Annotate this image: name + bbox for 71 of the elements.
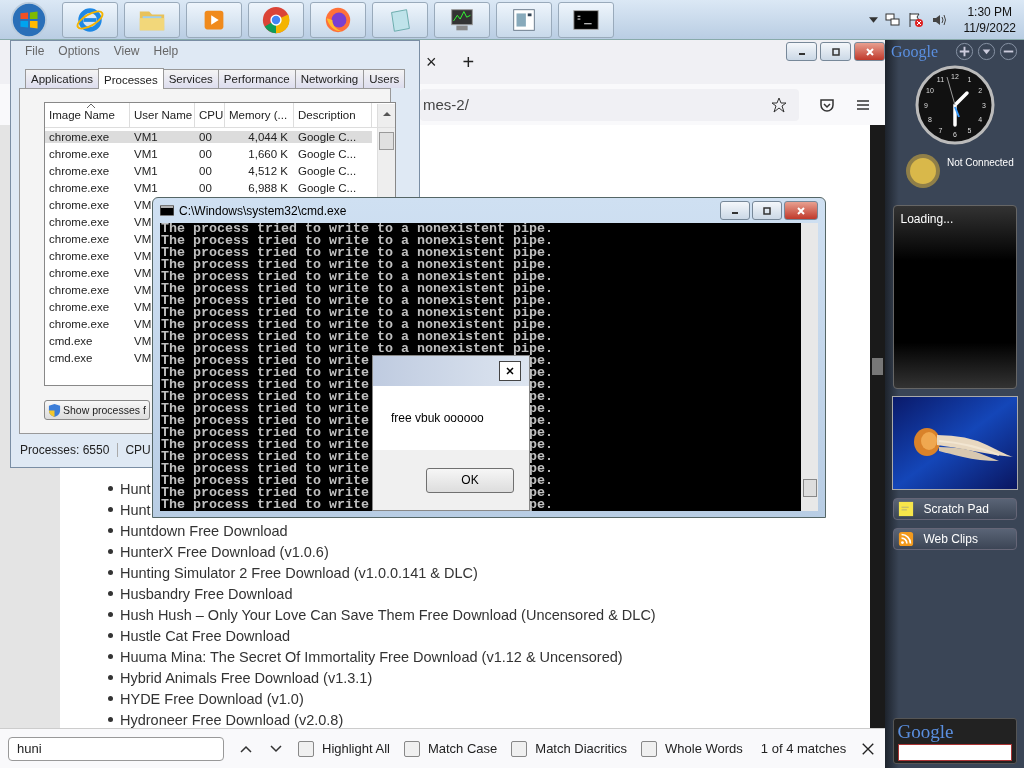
console-line: pe. [528, 499, 553, 511]
table-cell-text: 00 [198, 181, 213, 194]
console-line: The process tried to write [161, 499, 369, 511]
console-line: pe. [528, 415, 553, 427]
table-cell-text: Google C... [297, 147, 358, 160]
loading-text: Loading... [900, 212, 954, 226]
status-text: Processes: 6550 [17, 443, 119, 457]
console-line: The process tried to write [161, 475, 369, 487]
table-cell-text: VM [133, 232, 153, 245]
console-line: pe. [528, 439, 553, 451]
table-cell: VM1 [130, 130, 195, 143]
console-line: The process tried to write [161, 487, 369, 499]
table-cell-text: VM [133, 351, 153, 364]
google-logo: Google [891, 42, 939, 61]
console-line: pe. [528, 403, 553, 415]
console-line: The process tried to write to a nonexistent pipe. [161, 259, 553, 271]
console-line: The process tried to write [161, 463, 369, 475]
console-line: The process tried to write to a nonexistent pipe. [161, 283, 553, 295]
console-line: pe. [528, 451, 553, 463]
console-line: pe. [528, 367, 553, 379]
table-cell-text: 6,988 K [247, 181, 289, 194]
console-line: The process tried to write to a nonexistent pipe. [161, 307, 553, 319]
console-line: pe. [528, 475, 553, 487]
console-line: The process tried to write to a nonexistent pipe. [161, 331, 553, 343]
console-line: pe. [528, 391, 553, 403]
console-line: The process tried to write [161, 391, 369, 403]
dialog-message: free vbuk oooooo [391, 411, 484, 425]
console-line: The process tried to write to a nonexistent pipe. [161, 271, 553, 283]
console-line: The process tried to write [161, 451, 369, 463]
console-line: The process tried to write to a nonexistent pipe. [161, 223, 553, 235]
console-line: The process tried to write [161, 379, 369, 391]
table-cell-text: Google C... [297, 181, 358, 194]
console-line: The process tried to write [161, 427, 369, 439]
console-line: The process tried to write [161, 415, 369, 427]
table-cell: 4,044 K [225, 130, 294, 143]
console-line: The process tried to write [161, 403, 369, 415]
window-title: C:\Windows\system32\cmd.exe [179, 203, 347, 218]
console-line: pe. [528, 355, 553, 367]
table-cell-text: 1,660 K [247, 147, 289, 160]
table-cell-text: VM [133, 300, 153, 313]
table-cell-text: VM1 [133, 147, 159, 160]
table-cell-text: VM [133, 317, 153, 330]
table-cell-text: Google C... [297, 164, 358, 177]
console-line: The process tried to write to a nonexistent pipe. [161, 343, 553, 355]
console-line: The process tried to write [161, 367, 369, 379]
weather-status: Not Connected [947, 157, 1014, 168]
table-cell-text: VM [133, 215, 153, 228]
table-cell: 00 [195, 130, 225, 143]
console-line: pe. [528, 427, 553, 439]
table-cell-text: VM1 [133, 181, 159, 194]
table-cell: Google C... [294, 130, 372, 143]
match-count: 1 of 4 matches [760, 741, 847, 756]
table-cell-text: 00 [198, 147, 213, 160]
table-cell-text: VM [133, 198, 153, 211]
console-line: The process tried to write to a nonexistent pipe. [161, 247, 553, 259]
console-line: The process tried to write to a nonexistent pipe. [161, 319, 553, 331]
console-line: pe. [528, 487, 553, 499]
table-cell-text: 4,512 K [247, 164, 289, 177]
table-cell-text: VM [133, 249, 153, 262]
console-line: pe. [528, 463, 553, 475]
console-line: pe. [528, 379, 553, 391]
table-cell-text: VM [133, 334, 153, 347]
google-logo: Google [897, 721, 954, 743]
console-line: The process tried to write [161, 355, 369, 367]
table-cell-text: VM1 [133, 164, 159, 177]
table-cell-text: 00 [198, 164, 213, 177]
console-line: The process tried to write to a nonexistent pipe. [161, 295, 553, 307]
table-cell-text: VM [133, 283, 153, 296]
console-line: The process tried to write [161, 439, 369, 451]
console-line: The process tried to write to a nonexistent pipe. [161, 235, 553, 247]
table-cell-text: VM [133, 266, 153, 279]
